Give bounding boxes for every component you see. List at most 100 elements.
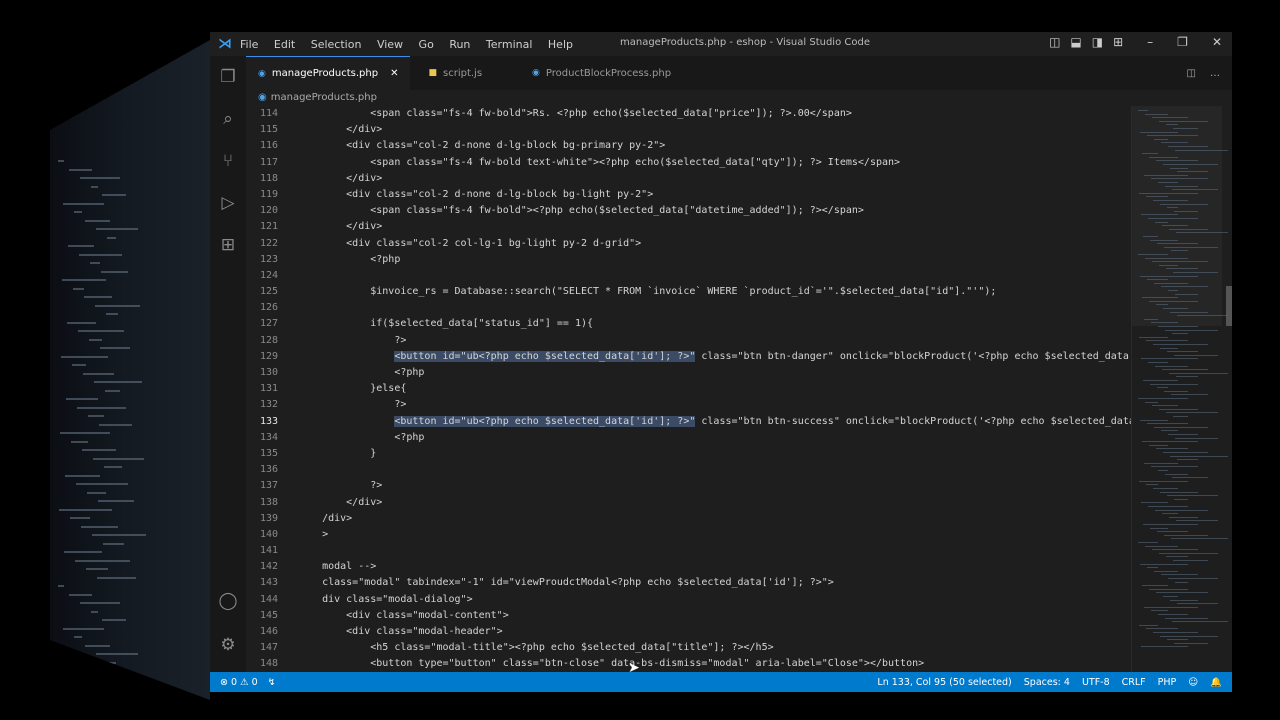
run-debug-icon[interactable]: ▷	[210, 182, 246, 224]
breadcrumb-file[interactable]: manageProducts.php	[271, 92, 377, 103]
close-icon[interactable]: ✕	[1212, 35, 1222, 49]
source-control-icon[interactable]: ⑂	[210, 140, 246, 182]
background-code-line	[101, 270, 128, 273]
minimap-line	[1160, 203, 1208, 205]
problems-indicator[interactable]: ⊗ 0 ⚠ 0	[220, 677, 258, 688]
settings-gear-icon[interactable]: ⚙	[210, 624, 246, 666]
minimap-line	[1145, 113, 1168, 115]
code-line[interactable]: 117 <span class="fs-4 fw-bold text-white…	[246, 155, 1132, 171]
code-line[interactable]: 125 $invoice_rs = Database::search("SELE…	[246, 284, 1132, 300]
line-number: 130	[259, 367, 278, 378]
background-code-line	[73, 287, 84, 290]
code-line[interactable]: 139 /div>	[246, 511, 1132, 527]
code-line[interactable]: 137 ?>	[246, 478, 1132, 494]
line-number: 142	[259, 561, 278, 573]
code-line[interactable]: 138 </div>	[246, 495, 1132, 511]
code-line[interactable]: 148 <button type="button" class="btn-clo…	[246, 656, 1132, 672]
layout-sidebar-icon[interactable]: ◫	[1049, 35, 1060, 49]
background-code-line	[96, 653, 138, 655]
code-line[interactable]: 127 if($selected_data["status_id"] == 1)…	[246, 316, 1132, 332]
code-line[interactable]: 126	[246, 300, 1132, 316]
code-line[interactable]: 135 }	[246, 446, 1132, 462]
code-line[interactable]: 118 </div>	[246, 171, 1132, 187]
code-line[interactable]: 115 </div>	[246, 122, 1132, 138]
menu-file[interactable]: File	[240, 38, 258, 51]
extensions-icon[interactable]: ⊞	[210, 224, 246, 266]
menu-go[interactable]: Go	[419, 38, 434, 51]
code-line[interactable]: 129 <button id="ub<?php echo $selected_d…	[246, 349, 1132, 365]
code-line[interactable]: 131 }else{	[246, 381, 1132, 397]
code-line[interactable]: 141	[246, 543, 1132, 559]
code-line[interactable]: 114 <span class="fs-4 fw-bold">Rs. <?php…	[246, 106, 1132, 122]
background-code-line	[87, 491, 106, 494]
notifications-icon[interactable]: 🔔	[1210, 677, 1222, 688]
code-line[interactable]: 124	[246, 268, 1132, 284]
cursor-position[interactable]: Ln 133, Col 95 (50 selected)	[877, 677, 1011, 688]
split-editor-icon[interactable]: ◫	[1187, 68, 1196, 79]
background-code-line	[102, 619, 126, 621]
minimap-line	[1154, 138, 1168, 140]
background-code-line	[81, 525, 118, 528]
code-line[interactable]: 146 <div class="modal-header">	[246, 624, 1132, 640]
code-line[interactable]: 133 <button id="ub<?php echo $selected_d…	[246, 414, 1132, 430]
indentation[interactable]: Spaces: 4	[1024, 677, 1070, 688]
tab-close-icon[interactable]: ✕	[390, 68, 398, 79]
minimap-line	[1146, 628, 1178, 630]
explorer-icon[interactable]: ❐	[210, 56, 246, 98]
minimap[interactable]	[1131, 106, 1232, 672]
code-line[interactable]: 145 <div class="modal-content">	[246, 608, 1132, 624]
menu-help[interactable]: Help	[548, 38, 573, 51]
encoding[interactable]: UTF-8	[1082, 677, 1110, 688]
scrollbar-thumb[interactable]	[1226, 286, 1232, 326]
tab-productblockprocess[interactable]: ◉ ProductBlockProcess.php	[520, 56, 683, 90]
code-line[interactable]: 130 <?php	[246, 365, 1132, 381]
code-line[interactable]: 122 <div class="col-2 col-lg-1 bg-light …	[246, 236, 1132, 252]
code-line[interactable]: 142 modal -->	[246, 559, 1132, 575]
menu-view[interactable]: View	[377, 38, 403, 51]
background-code-line	[66, 398, 98, 400]
line-text: ?>	[298, 399, 407, 411]
tab-script-js[interactable]: ■ script.js	[410, 56, 520, 90]
account-icon[interactable]: ◯	[210, 580, 246, 622]
minimize-icon[interactable]: –	[1147, 35, 1153, 49]
code-line[interactable]: 143 class="modal" tabindex="-1" id="view…	[246, 575, 1132, 591]
code-line[interactable]: 128 ?>	[246, 333, 1132, 349]
feedback-icon[interactable]: ☺	[1188, 677, 1198, 688]
code-line[interactable]: 119 <div class="col-2 d-none d-lg-block …	[246, 187, 1132, 203]
minimap-line	[1170, 455, 1228, 457]
code-line[interactable]: 121 </div>	[246, 219, 1132, 235]
layout-panel-icon[interactable]: ⬓	[1070, 35, 1081, 49]
line-number: 132	[259, 399, 278, 411]
layout-secondary-icon[interactable]: ◨	[1092, 35, 1103, 49]
search-icon[interactable]: ⌕	[210, 98, 246, 140]
window-controls: ◫ ⬓ ◨ ⊞ – ❐ ✕	[1049, 35, 1222, 49]
code-line[interactable]: 147 <h5 class="modal-title"><?php echo $…	[246, 640, 1132, 656]
tab-manageproducts[interactable]: ◉ manageProducts.php ✕	[246, 56, 411, 90]
code-line[interactable]: 134 <?php	[246, 430, 1132, 446]
code-line[interactable]: 120 <span class="fs-4 fw-bold"><?php ech…	[246, 203, 1132, 219]
sync-icon[interactable]: ↯	[268, 677, 276, 688]
menu-run[interactable]: Run	[449, 38, 470, 51]
restore-icon[interactable]: ❐	[1177, 35, 1188, 49]
line-number: 116	[259, 140, 278, 152]
minimap-line	[1149, 444, 1168, 446]
menu-edit[interactable]: Edit	[274, 38, 295, 51]
line-ending[interactable]: CRLF	[1122, 677, 1146, 688]
customize-layout-icon[interactable]: ⊞	[1113, 35, 1123, 49]
menu-terminal[interactable]: Terminal	[486, 38, 533, 51]
code-line[interactable]: 144 div class="modal-dialog">	[246, 592, 1132, 608]
menu-selection[interactable]: Selection	[311, 38, 362, 51]
code-line[interactable]: 132 ?>	[246, 397, 1132, 413]
code-line[interactable]: 136	[246, 462, 1132, 478]
background-status-bar	[50, 660, 210, 700]
language-mode[interactable]: PHP	[1158, 677, 1177, 688]
code-line[interactable]: 116 <div class="col-2 d-none d-lg-block …	[246, 138, 1132, 154]
minimap-line	[1142, 297, 1178, 299]
code-editor[interactable]: 114 <span class="fs-4 fw-bold">Rs. <?php…	[246, 106, 1132, 672]
more-actions-icon[interactable]: …	[1210, 68, 1220, 79]
php-icon: ◉	[258, 92, 267, 103]
tab-label: script.js	[443, 67, 483, 79]
code-line[interactable]: 123 <?php	[246, 252, 1132, 268]
line-number: 119	[259, 188, 278, 200]
code-line[interactable]: 140 >	[246, 527, 1132, 543]
